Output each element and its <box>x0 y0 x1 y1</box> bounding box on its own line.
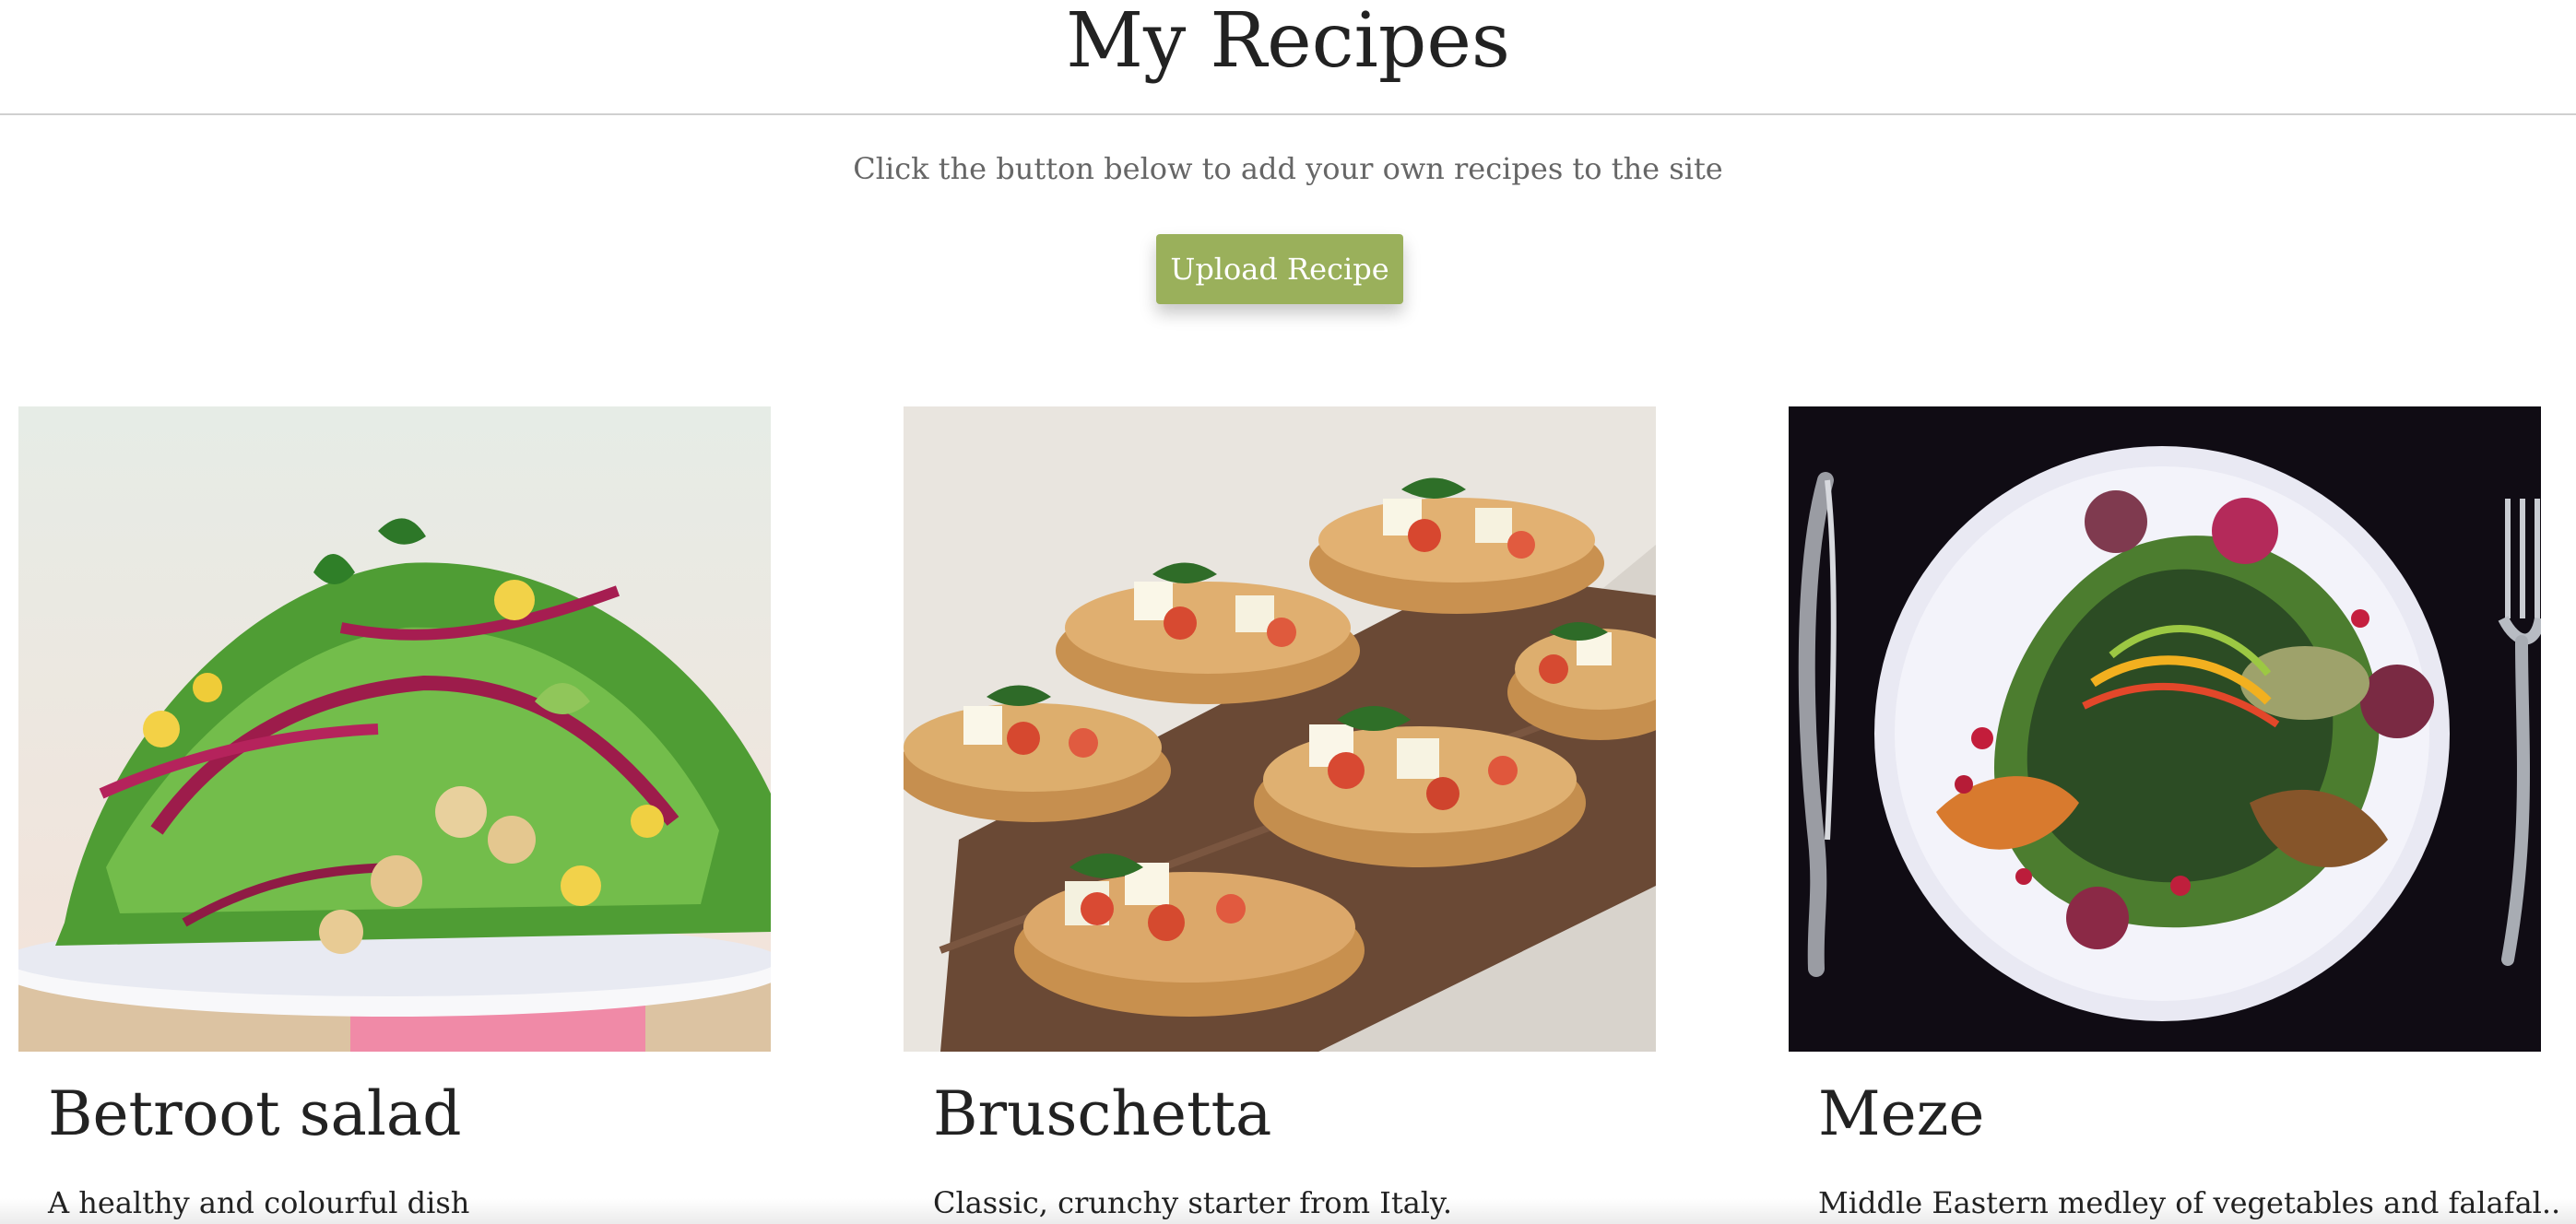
recipe-image-meze[interactable] <box>1789 406 2541 1052</box>
recipe-card-betroot-salad[interactable]: Betroot salad A healthy and colourful di… <box>18 406 771 1224</box>
salad-image-graphic <box>18 406 771 1052</box>
recipe-card-bruschetta[interactable]: Bruschetta Classic, crunchy starter from… <box>904 406 1656 1224</box>
recipes-page: My Recipes Click the button below to add… <box>0 0 2576 1224</box>
recipe-title[interactable]: Betroot salad <box>48 1077 749 1151</box>
recipe-title[interactable]: Meze <box>1818 1077 2519 1151</box>
recipe-description: A healthy and colourful dish <box>48 1185 470 1220</box>
recipe-title[interactable]: Bruschetta <box>933 1077 1634 1151</box>
recipe-description: Classic, crunchy starter from Italy. <box>933 1185 1453 1220</box>
site-header: My Recipes <box>0 0 2576 115</box>
page-title: My Recipes <box>1066 0 1510 85</box>
recipe-image-betroot-salad[interactable] <box>18 406 771 1052</box>
bruschetta-image-graphic <box>904 406 1656 1052</box>
meze-image-graphic <box>1789 406 2541 1052</box>
upload-recipe-button[interactable]: Upload Recipe <box>1156 234 1403 304</box>
recipe-card-meze[interactable]: Meze Middle Eastern medley of vegetables… <box>1789 406 2561 1224</box>
recipe-description: Middle Eastern medley of vegetables and … <box>1818 1185 2561 1220</box>
intro-text: Click the button below to add your own r… <box>853 151 1723 186</box>
recipe-image-bruschetta[interactable] <box>904 406 1656 1052</box>
